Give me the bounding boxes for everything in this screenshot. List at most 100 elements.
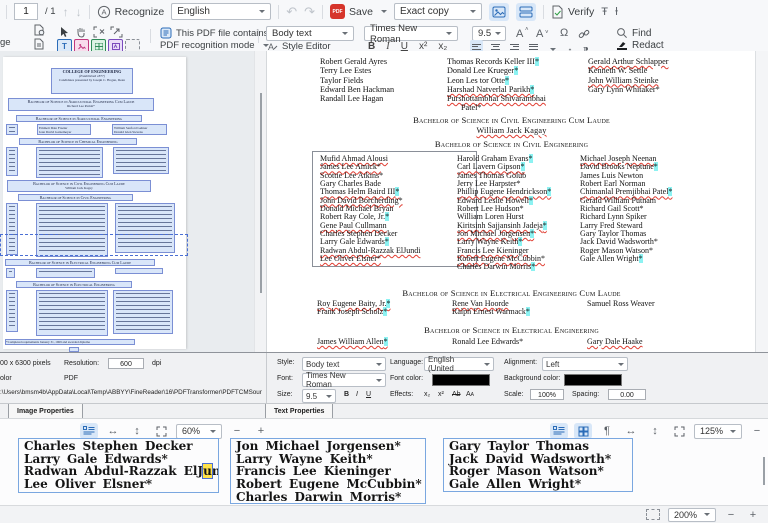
name-line[interactable]: Kenneth W. Settle [588, 66, 668, 75]
previous-page-icon[interactable]: ↑ [63, 6, 69, 18]
bold-toggle[interactable]: B [344, 391, 349, 398]
scrollbar-thumb[interactable] [260, 93, 262, 293]
pan-hand-icon[interactable] [75, 26, 87, 38]
zoom-out-icon[interactable]: − [228, 423, 246, 439]
insert-symbol-icon[interactable]: Ω [560, 27, 568, 39]
selection-marquee[interactable] [0, 234, 188, 256]
font-color-swatch[interactable] [432, 374, 490, 386]
size-select-small[interactable]: 9.5 [302, 389, 336, 403]
effect-superscript-toggle[interactable]: x² [438, 391, 444, 398]
tab-image-properties[interactable]: Image Properties [8, 404, 83, 419]
name-line[interactable]: Leon Les tor Otte* [447, 76, 546, 85]
name-line[interactable]: James William Allen* [317, 338, 388, 346]
scan-excerpt[interactable]: Charles Stephen Decker Larry Gale Edward… [18, 438, 219, 493]
text-pane-scrollbar[interactable] [755, 51, 768, 352]
thumbnail-heading-block[interactable]: Bachelor of Science in Agricultural Engi… [16, 115, 142, 122]
scan-line[interactable]: Charles Stephen Decker [24, 440, 213, 453]
text-editor-pane[interactable]: Robert Gerald AyresTerry Lee EstesTaylor… [267, 51, 768, 352]
thumbnail-title-block[interactable]: COLLEGE OF ENGINEERING (Established 1877… [51, 68, 133, 94]
thumbnail-text-block[interactable] [6, 147, 18, 176]
zoom-out-icon[interactable]: − [748, 423, 766, 439]
section-heading[interactable]: Bachelor of Science in Civil Engineering… [267, 115, 756, 125]
thumbnail-text-block[interactable] [6, 268, 15, 278]
move-text-layer-up-icon[interactable]: Ŧ [601, 6, 608, 18]
name-line[interactable]: Taylor Fields [320, 76, 394, 85]
language-select-small[interactable]: English (United [424, 357, 494, 371]
thumbnail-text-block[interactable]: William Sanford Gehner Donald Glen Steve… [112, 124, 167, 135]
fit-height-icon[interactable]: ↕ [646, 423, 664, 439]
name-line[interactable]: Samuel Ross Weaver [587, 300, 655, 308]
name-line[interactable]: Ralph Ernest Warmack* [452, 308, 530, 316]
page-thumbnail[interactable]: COLLEGE OF ENGINEERING (Established 1877… [3, 57, 186, 349]
effect-smallcaps-toggle[interactable]: Aa [466, 391, 474, 398]
image-zoom-select[interactable]: 60% [176, 424, 222, 439]
next-page-icon[interactable]: ↓ [76, 6, 82, 18]
save-button[interactable]: PDF Save [330, 4, 387, 19]
fit-height-icon[interactable]: ↕ [128, 423, 146, 439]
current-character-highlight[interactable]: u [203, 464, 212, 478]
thumbnail-heading-block[interactable]: Bachelor of Science in Civil Engineering… [7, 180, 151, 192]
thumbnail-heading-block[interactable]: Bachelor of Science in Electrical Engine… [5, 259, 155, 266]
name-line[interactable]: Gary Dale Haake [587, 338, 643, 346]
find-button[interactable]: Find [616, 27, 651, 39]
redact-button[interactable]: Redact [616, 40, 664, 51]
show-image-pane-toggle[interactable] [489, 3, 509, 21]
thumbnail-footnote-block[interactable]: *Completed requirements January 31, 1969… [5, 339, 135, 345]
italic-toggle[interactable]: I [356, 391, 358, 398]
selection-mode-icon[interactable] [646, 509, 660, 520]
page-layer-icon[interactable] [33, 38, 45, 50]
zoom-out-icon[interactable]: − [724, 507, 738, 523]
thumbnail-text-block[interactable] [36, 268, 95, 278]
background-color-swatch[interactable] [564, 374, 622, 386]
name-line[interactable]: Charles Darwin Morris* [457, 263, 551, 271]
fit-page-icon[interactable] [550, 423, 568, 439]
cut-off-button-label[interactable]: ge [0, 37, 11, 48]
undo-icon[interactable]: ↶ [286, 6, 297, 18]
thumbnail-text-block[interactable] [113, 147, 169, 174]
name-line[interactable]: Harshad Natverlal Parikh* [447, 85, 546, 94]
sync-view-icon[interactable] [574, 423, 592, 439]
increase-font-size-icon[interactable]: A [516, 28, 523, 40]
name-line[interactable]: Robert Gerald Ayres [320, 57, 394, 66]
page-tool-icon[interactable] [33, 24, 45, 36]
language-select[interactable]: English [171, 3, 271, 20]
thumbnail-heading-block[interactable]: Bachelor of Science in Electrical Engine… [16, 281, 132, 288]
formatting-marks-icon[interactable]: ¶ [598, 423, 616, 439]
name-line[interactable]: Lee Oliver Elsner* [320, 255, 420, 263]
image-pane[interactable]: COLLEGE OF ENGINEERING (Established 1877… [0, 51, 267, 352]
spacing-input[interactable]: 0.00 [608, 389, 646, 400]
delete-area-icon[interactable] [93, 26, 106, 38]
pdf-recognition-mode-menu[interactable]: PDF recognition mode [160, 40, 269, 51]
name-line[interactable]: Patel* [461, 103, 546, 112]
underline-toggle[interactable]: U [366, 391, 371, 398]
section-heading[interactable]: Bachelor of Science in Electrical Engine… [267, 288, 756, 298]
thumbnail-heading-block[interactable]: Bachelor of Science in Civil Engineering [18, 194, 133, 201]
effect-strikethrough-toggle[interactable]: Ab [452, 391, 461, 398]
image-pane-scrollbar[interactable] [254, 51, 266, 352]
thumbnail-heading-block[interactable]: Bachelor of Science in Chemical Engineer… [19, 138, 137, 145]
name-line[interactable]: Thomas Records Keller III* [447, 57, 546, 66]
select-cursor-icon[interactable] [58, 26, 70, 38]
effect-subscript-toggle[interactable]: x₂ [424, 391, 430, 398]
name-line[interactable]: Gary Lynn Whitaker* [588, 85, 668, 94]
thumbnail-text-block[interactable] [113, 290, 173, 334]
style-select[interactable]: Body text [302, 357, 386, 371]
name-line[interactable]: Ronald Lee Edwards* [452, 338, 523, 346]
scan-excerpt[interactable]: Gary Taylor ThomasJack David Wadsworth*R… [443, 438, 633, 492]
resize-area-icon[interactable] [110, 26, 123, 38]
font-family-select[interactable]: Times New Roman [364, 26, 458, 41]
scan-line[interactable]: Lee Oliver Elsner* [24, 478, 213, 491]
thumbnail-text-block[interactable] [36, 290, 108, 336]
section-heading[interactable]: Bachelor of Science in Electrical Engine… [267, 325, 756, 335]
zoom-in-icon[interactable]: + [252, 423, 270, 439]
thumbnail-text-block[interactable]: Emmett Dale Frazier Jean David Gatzemeye… [37, 124, 91, 135]
text-zoom-select[interactable]: 125% [694, 424, 742, 439]
page-zoom-select[interactable]: 200% [668, 508, 716, 522]
name-line[interactable]: Randall Lee Hagan [320, 94, 394, 103]
copy-mode-select[interactable]: Exact copy [394, 3, 482, 20]
move-text-layer-down-icon[interactable]: Ɨ [615, 6, 618, 18]
font-select-small[interactable]: Times New Roman [302, 373, 386, 387]
name-line[interactable]: John William Steinke [588, 76, 668, 85]
alignment-select[interactable]: Left [542, 357, 628, 371]
fit-width-icon[interactable]: ↔ [622, 423, 640, 439]
